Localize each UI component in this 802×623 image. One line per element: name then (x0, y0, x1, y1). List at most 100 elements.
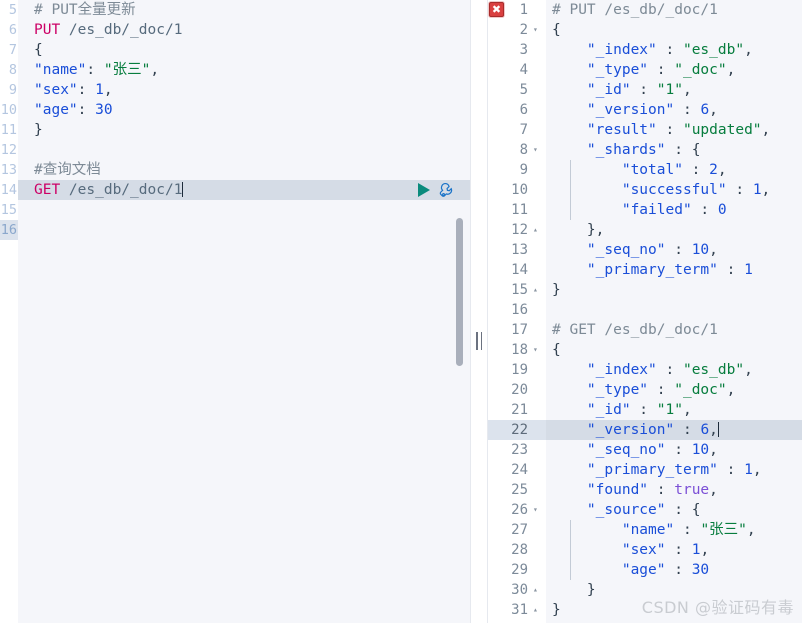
token-key: "_id" (586, 402, 631, 418)
token-key: "total" (621, 162, 683, 178)
token-method: PUT (34, 22, 61, 38)
response-code-line[interactable]: "name" : "张三", (546, 520, 802, 540)
response-code-line[interactable]: }, (546, 220, 802, 240)
request-line-number: 5 (8, 2, 17, 18)
response-code-line[interactable]: "successful" : 1, (546, 180, 802, 200)
token-punc: } (552, 282, 561, 298)
token-punc: , (744, 362, 753, 378)
token-punc: : (630, 82, 657, 98)
token-num: 2 (709, 162, 718, 178)
response-line-number: 2 (519, 22, 528, 38)
token-punc: : (691, 202, 718, 218)
response-code-line[interactable]: "_index" : "es_db", (546, 40, 802, 60)
response-code-line[interactable]: "total" : 2, (546, 160, 802, 180)
request-code-line[interactable]: { (18, 40, 470, 60)
token-num: 1 (744, 262, 753, 278)
response-code-line[interactable]: { (546, 20, 802, 40)
response-code-line[interactable]: # PUT /es_db/_doc/1 (546, 0, 802, 20)
fold-toggle-icon[interactable]: ▴ (532, 600, 546, 620)
response-code-line[interactable]: "_shards" : { (546, 140, 802, 160)
request-code-area[interactable]: # PUT全量更新 PUT /es_db/_doc/1 {"name": "张三",… (18, 0, 470, 623)
fold-toggle-icon[interactable]: ▾ (532, 500, 546, 520)
fold-toggle-icon[interactable]: ▾ (532, 340, 546, 360)
response-code-line[interactable]: "age" : 30 (546, 560, 802, 580)
token-key: "age" (621, 562, 666, 578)
request-code-line[interactable]: } (18, 120, 470, 140)
token-key: "name" (621, 522, 675, 538)
response-code-line[interactable]: } (546, 600, 802, 620)
response-code-line[interactable]: "_version" : 6, (546, 100, 802, 120)
response-line-number: 17 (511, 322, 528, 338)
token-punc: : (665, 562, 692, 578)
token-key: "_id" (586, 82, 631, 98)
token-punc: { (34, 42, 43, 58)
token-num: 1 (744, 462, 753, 478)
request-code-line[interactable]: "age": 30 (18, 100, 470, 120)
request-code-line[interactable]: GET /es_db/_doc/1 (18, 180, 470, 200)
response-viewer-pane[interactable]: ✖ 1 2 3 4 5 6 7 8 9 10 11 12 13 14 15 16 17 18 19 20 21 22 23 2… (488, 0, 802, 623)
request-editor-pane[interactable]: 5678910111213141516 ▾▴ # PUT全量更新PUT /es_… (0, 0, 470, 623)
request-line-number: 15 (0, 202, 17, 218)
response-code-area[interactable]: # PUT /es_db/_doc/1 { "_index" : "es_db",… (546, 0, 802, 623)
response-code-line[interactable]: } (546, 280, 802, 300)
splitter-grip-icon[interactable] (476, 332, 482, 350)
token-key: "_primary_term" (586, 262, 718, 278)
request-scrollbar[interactable] (454, 0, 466, 623)
request-code-line[interactable]: #查询文档 (18, 160, 470, 180)
response-code-line[interactable]: # GET /es_db/_doc/1 (546, 320, 802, 340)
response-code-line[interactable]: "_primary_term" : 1, (546, 460, 802, 480)
request-code-line[interactable]: "name": "张三", (18, 60, 470, 80)
response-code-line[interactable] (546, 300, 802, 320)
fold-toggle-icon[interactable]: ▴ (532, 280, 546, 300)
fold-toggle-icon[interactable]: ▾ (532, 20, 546, 40)
request-code-line[interactable]: "sex": 1, (18, 80, 470, 100)
token-punc: , (726, 382, 736, 398)
response-code-line[interactable]: "_id" : "1", (546, 400, 802, 420)
token-key: "_version" (586, 422, 675, 438)
token-punc: : (77, 82, 96, 98)
response-code-line[interactable]: } (546, 580, 802, 600)
token-url: /es_db/_doc/1 (60, 22, 183, 38)
response-code-line[interactable]: "_type" : "_doc", (546, 380, 802, 400)
token-num: 6 (700, 102, 710, 118)
response-line-number: 25 (511, 482, 528, 498)
response-code-line[interactable]: "_seq_no" : 10, (546, 440, 802, 460)
play-icon[interactable] (418, 183, 430, 197)
request-line-actions (418, 180, 456, 200)
request-scrollbar-thumb[interactable] (456, 218, 463, 366)
response-code-line[interactable]: "result" : "updated", (546, 120, 802, 140)
response-fold-column[interactable]: ▾ ▾ ▴ ▴ ▾ ▾ ▴ ▴ (532, 0, 546, 623)
response-code-line[interactable]: "found" : true, (546, 480, 802, 500)
token-key: "name" (34, 62, 87, 78)
response-code-line[interactable]: "failed" : 0 (546, 200, 802, 220)
response-line-number: 30 (511, 582, 528, 598)
request-code-line[interactable]: PUT /es_db/_doc/1 (18, 20, 470, 40)
response-code-line[interactable]: "_primary_term" : 1 (546, 260, 802, 280)
response-code-line[interactable]: { (546, 340, 802, 360)
fold-toggle-icon[interactable]: ▾ (532, 140, 546, 160)
fold-toggle-icon[interactable]: ▴ (532, 580, 546, 600)
token-punc: , (744, 42, 753, 58)
response-code-line[interactable]: "_seq_no" : 10, (546, 240, 802, 260)
response-code-line[interactable]: "_id" : "1", (546, 80, 802, 100)
token-punc: , (717, 162, 727, 178)
request-line-number: 6 (8, 22, 17, 38)
fold-toggle-icon[interactable]: ▴ (532, 220, 546, 240)
pane-splitter[interactable] (470, 0, 488, 623)
response-code-line[interactable]: "_source" : { (546, 500, 802, 520)
request-code-line[interactable] (18, 140, 470, 160)
request-code-line[interactable]: # PUT全量更新 (18, 0, 470, 20)
error-close-icon[interactable]: ✖ (489, 2, 504, 17)
response-code-line[interactable]: "_type" : "_doc", (546, 60, 802, 80)
response-line-number: 11 (511, 202, 528, 218)
response-code-line[interactable]: "_index" : "es_db", (546, 360, 802, 380)
response-code-line[interactable]: "sex" : 1, (546, 540, 802, 560)
response-code-line[interactable]: "_version" : 6, (546, 420, 802, 440)
